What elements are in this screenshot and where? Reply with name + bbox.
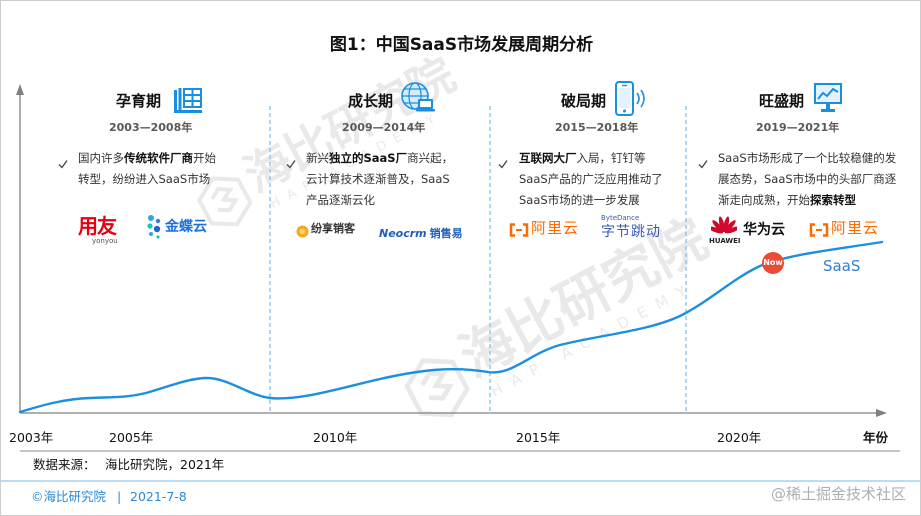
source-value: 海比研究院，2021年 [105,457,225,472]
phase-title: 成长期 [348,92,394,110]
y-axis-arrow [16,84,24,95]
logo-text: 销售易 [429,227,463,240]
description-text: 新兴 [306,151,329,165]
description-line: SaaS产品的广泛应用推动了 [519,169,663,190]
x-axis-label: 年份 [863,430,889,445]
x-tick-label: 2010年 [313,430,358,445]
huawei-flower-icon [707,212,741,238]
description-text: 国内许多 [78,151,124,165]
description-line: 展态势，SaaS市场中的头部厂商逐 [718,169,896,190]
description-text: SaaS产品的广泛应用推动了 [519,172,663,186]
aliyun-bracket-icon [809,222,829,241]
infographic-page: 海比研究院 HAP ACADEMY 海比研究院 HAP ACADEMY 图1：中… [0,0,921,516]
kingdee-logo-text: 金蝶云 [165,219,207,235]
logo-text: 用友 [78,214,117,238]
phase-title: 破局期 [561,92,607,110]
description-line: SaaS市场的进一步发展 [519,190,663,211]
phase-period: 2009—2014年 [342,121,426,134]
description-text: 入局，钉钉等 [576,151,646,165]
aliyun-bracket-icon [509,222,529,241]
description-text: SaaS市场形成了一个比较稳健的发 [718,151,897,165]
description-line: SaaS市场形成了一个比较稳健的发 [718,148,896,169]
logo-subtext: yonyou [92,237,118,245]
phase-description: SaaS市场形成了一个比较稳健的发 展态势，SaaS市场中的头部厂商逐 渐走向成… [718,148,896,211]
footer-org: ©海比研究院 [31,489,107,504]
phase-period: 2015—2018年 [555,121,639,134]
phase-title: 旺盛期 [759,92,805,110]
figure-title: 图1：中国SaaS市场发展周期分析 [329,35,594,55]
description-highlight: 探索转型 [810,193,856,207]
description-text: 转型，纷纷进入SaaS市场 [78,172,211,186]
x-tick-label: 2003年 [9,430,54,445]
phase-title: 孕育期 [116,92,162,110]
fxiaoke-icon [296,223,309,242]
footer-separator: | [117,489,122,504]
phase-period: 2019—2021年 [756,121,840,134]
check-icon [286,154,296,169]
description-line: 互联网大厂入局，钉钉等 [519,148,663,169]
saas-logo-text: SaaS [823,257,861,275]
neocrm-logo: Neocrm 销售易 [379,222,463,241]
description-highlight: 传统软件厂商 [124,151,193,165]
description-text: 渐走向成熟，开始 [718,193,810,207]
check-icon [498,154,508,169]
source-label: 数据来源： [33,457,96,472]
description-text: 商兴起， [407,151,454,165]
footer-date: 2021-7-8 [130,489,187,504]
logo-prefix: Neocrm [379,227,427,240]
yonyou-logo: 用友 yonyou [78,215,118,245]
bytedance-logo-text: 字节跳动 [601,224,661,240]
description-line: 新兴独立的SaaS厂商兴起， [306,148,453,169]
huawei-cloud-logo-text: 华为云 [743,222,785,238]
aliyun-logo-text: 阿里云 [531,219,580,237]
phase-description: 新兴独立的SaaS厂商兴起， 云计算技术逐渐普及，SaaS 产品逐渐云化 [306,148,453,211]
globe-laptop-icon [400,81,436,119]
description-text: 开始 [193,151,216,165]
phase-description: 互联网大厂入局，钉钉等 SaaS产品的广泛应用推动了 SaaS市场的进一步发展 [519,148,663,211]
kingdee-dots-icon [146,212,164,244]
x-tick-label: 2015年 [516,430,561,445]
building-icon [173,87,203,118]
description-line: 国内许多传统软件厂商开始 [78,148,216,169]
monitor-chart-icon [813,82,843,118]
description-line: 渐走向成熟，开始探索转型 [718,190,896,211]
phase-period: 2003—2008年 [109,121,193,134]
description-line: 转型，纷纷进入SaaS市场 [78,169,216,190]
description-text: 云计算技术逐渐普及，SaaS [306,172,450,186]
description-text: SaaS市场的进一步发展 [519,193,640,207]
corner-watermark: @稀土掘金技术社区 [770,485,906,503]
aliyun-logo-text: 阿里云 [831,219,880,237]
description-highlight: 互联网大厂 [519,151,577,165]
growth-curve [18,240,884,414]
huawei-logo-subtext: HUAWEI [709,237,741,245]
description-highlight: 独立的SaaS厂 [329,151,408,165]
description-text: 展态势，SaaS市场中的头部厂商逐 [718,172,897,186]
smartphone-icon [614,80,650,122]
description-line: 产品逐渐云化 [306,190,453,211]
x-tick-label: 2005年 [109,430,154,445]
fxiaoke-logo-text: 纷享销客 [311,222,355,235]
phase-description: 国内许多传统软件厂商开始 转型，纷纷进入SaaS市场 [78,148,216,190]
description-line: 云计算技术逐渐普及，SaaS [306,169,453,190]
x-tick-label: 2020年 [717,430,762,445]
description-text: 产品逐渐云化 [306,193,375,207]
now-logo-badge: Now [762,252,784,274]
x-axis-arrow [876,409,887,417]
check-icon [698,154,708,169]
check-icon [58,154,68,169]
bytedance-logo-prefix: ByteDance [601,214,640,222]
